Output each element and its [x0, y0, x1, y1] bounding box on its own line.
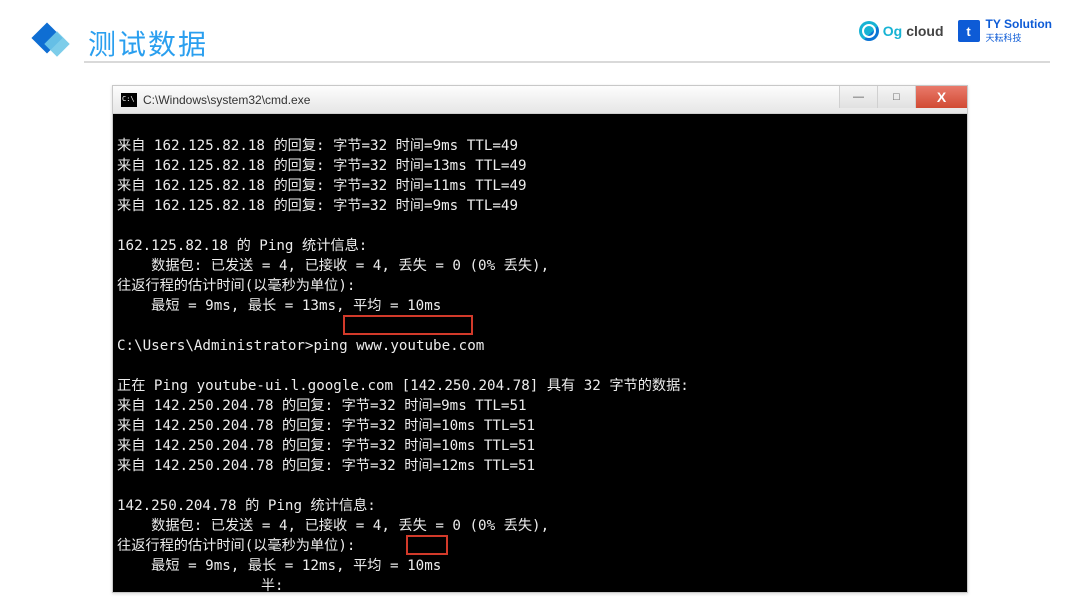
cmd-icon — [121, 93, 137, 107]
brand-block: Ogcloud t TY Solution 天耘科技 — [859, 18, 1052, 44]
term-line: 来自 162.125.82.18 的回复: 字节=32 时间=13ms TTL=… — [117, 158, 527, 174]
term-line: 来自 142.250.204.78 的回复: 字节=32 时间=10ms TTL… — [117, 438, 535, 454]
highlight-box-youtube — [343, 315, 473, 335]
slide-title: 测试数据 — [88, 23, 208, 63]
term-prompt-line: C:\Users\Administrator>ping www.youtube.… — [117, 338, 484, 354]
term-line: 来自 142.250.204.78 的回复: 字节=32 时间=12ms TTL… — [117, 458, 535, 474]
term-line: 162.125.82.18 的 Ping 统计信息: — [117, 238, 367, 254]
term-blank — [117, 478, 126, 494]
minimize-button[interactable]: — — [839, 86, 877, 108]
term-line: 最短 = 9ms, 最长 = 13ms, 平均 = 10ms — [117, 298, 441, 314]
term-line: 最短 = 9ms, 最长 = 12ms, 平均 = 10ms — [117, 558, 441, 574]
term-line: 数据包: 已发送 = 4, 已接收 = 4, 丢失 = 0 (0% 丢失), — [117, 518, 549, 534]
term-line: 数据包: 已发送 = 4, 已接收 = 4, 丢失 = 0 (0% 丢失), — [117, 258, 549, 274]
term-line: 正在 Ping youtube-ui.l.google.com [142.250… — [117, 378, 689, 394]
highlight-box-avg — [406, 535, 448, 555]
ty-line2: 天耘科技 — [986, 31, 1052, 44]
term-line: 142.250.204.78 的 Ping 统计信息: — [117, 498, 376, 514]
title-underline — [84, 60, 1050, 63]
term-blank — [117, 578, 126, 592]
cmd-titlebar[interactable]: C:\Windows\system32\cmd.exe — □ X — [113, 86, 967, 114]
ogcloud-logo: Ogcloud — [859, 21, 944, 41]
terminal-body[interactable]: 来自 162.125.82.18 的回复: 字节=32 时间=9ms TTL=4… — [113, 114, 967, 592]
term-blank — [117, 318, 126, 334]
term-line: 往返行程的估计时间(以毫秒为单位): — [117, 278, 355, 294]
term-line: 来自 142.250.204.78 的回复: 字节=32 时间=10ms TTL… — [117, 418, 535, 434]
ty-square-icon: t — [958, 20, 980, 42]
term-line: 来自 162.125.82.18 的回复: 字节=32 时间=11ms TTL=… — [117, 178, 527, 194]
ty-solution-logo: t TY Solution 天耘科技 — [958, 18, 1052, 44]
globe-icon — [859, 21, 879, 41]
maximize-button[interactable]: □ — [877, 86, 915, 108]
term-line: 来自 162.125.82.18 的回复: 字节=32 时间=9ms TTL=4… — [117, 198, 518, 214]
term-line: 往返行程的估计时间(以毫秒为单位): — [117, 538, 355, 554]
cmd-window: C:\Windows\system32\cmd.exe — □ X 来自 162… — [112, 85, 968, 593]
diamond-icon — [30, 21, 74, 65]
term-line: 来自 142.250.204.78 的回复: 字节=32 时间=9ms TTL=… — [117, 398, 527, 414]
close-button[interactable]: X — [915, 86, 967, 108]
ime-indicator: 半: — [261, 576, 283, 590]
window-buttons: — □ X — [839, 86, 967, 113]
cmd-title-path: C:\Windows\system32\cmd.exe — [143, 93, 839, 107]
term-blank — [117, 218, 126, 234]
term-line: 来自 162.125.82.18 的回复: 字节=32 时间=9ms TTL=4… — [117, 138, 518, 154]
brand-og-text: cloud — [906, 23, 943, 39]
term-blank — [117, 358, 126, 374]
ty-line1: TY Solution — [986, 18, 1052, 31]
slide-root: 测试数据 Ogcloud t TY Solution 天耘科技 C:\Windo… — [0, 0, 1080, 608]
